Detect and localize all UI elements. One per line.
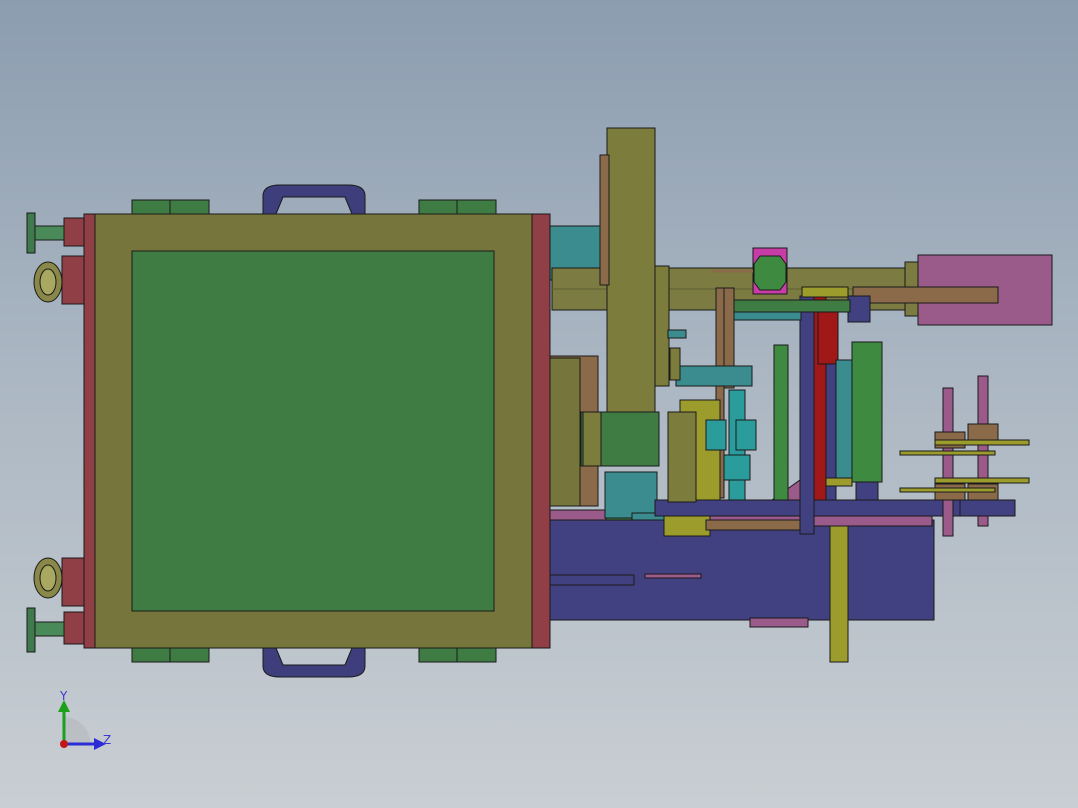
feed-mechanism[interactable] — [549, 127, 1053, 663]
caster-wheel-bottom — [33, 557, 85, 607]
leveling-foot-bottom — [26, 607, 89, 653]
caster-wheel-top — [33, 255, 85, 305]
top-mounting-brackets — [131, 199, 497, 215]
yellow-support — [829, 517, 849, 663]
leveling-foot-top — [26, 212, 89, 254]
cad-viewport[interactable]: Y Z — [0, 0, 1078, 808]
cabinet-side-plate — [531, 213, 551, 649]
z-axis-label: Z — [103, 733, 111, 747]
axis-triad: Y Z — [58, 689, 111, 750]
bottom-mounting-brackets — [131, 647, 497, 663]
top-handle[interactable] — [262, 184, 366, 215]
navy-base — [549, 519, 935, 621]
bottom-handle[interactable] — [262, 647, 366, 678]
green-roller — [851, 341, 883, 483]
cabinet-panel — [131, 250, 495, 612]
y-axis-label: Y — [59, 689, 68, 703]
main-cabinet[interactable] — [83, 213, 551, 649]
cad-model-view[interactable]: Y Z — [0, 0, 1078, 808]
vertical-column — [606, 127, 656, 415]
